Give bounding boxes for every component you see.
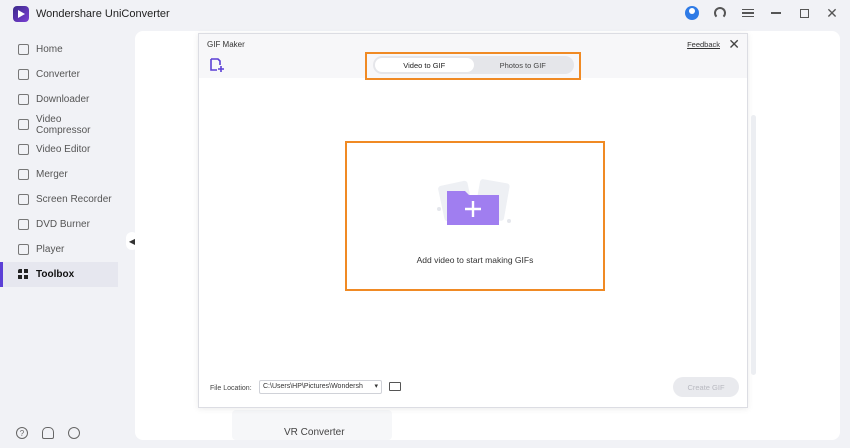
sidebar-item-label: Video Compressor <box>36 113 91 136</box>
file-location-label: File Location: <box>210 385 252 392</box>
minimize-icon[interactable] <box>768 5 784 21</box>
sidebar-item-downloader[interactable]: Downloader <box>0 87 118 112</box>
sidebar-item-home[interactable]: Home <box>0 37 118 62</box>
close-icon[interactable]: ✕ <box>824 5 840 21</box>
sidebar-item-video-compressor[interactable]: Video Compressor <box>0 112 118 137</box>
scrollbar[interactable] <box>751 115 756 375</box>
sidebar-item-label: DVD Burner <box>36 219 90 230</box>
sidebar-item-player[interactable]: Player <box>0 237 118 262</box>
window-controls: ✕ <box>684 5 840 21</box>
tab-video-to-gif[interactable]: Video to GIF <box>375 58 474 72</box>
sidebar-item-merger[interactable]: Merger <box>0 162 118 187</box>
app-title: Wondershare UniConverter <box>36 8 170 20</box>
sidebar-item-label: Screen Recorder <box>36 194 112 205</box>
downloader-icon <box>18 94 29 105</box>
record-icon <box>18 194 29 205</box>
menu-icon[interactable] <box>740 5 756 21</box>
drop-zone-text: Add video to start making GIFs <box>416 255 534 265</box>
mode-tabs: Video to GIF Photos to GIF <box>373 56 574 74</box>
file-location-select[interactable]: C:\Users\HP\Pictures\Wondersh ▾ <box>259 380 382 394</box>
home-icon <box>18 44 29 55</box>
sidebar-item-screen-recorder[interactable]: Screen Recorder <box>0 187 118 212</box>
dialog-title: GIF Maker <box>207 40 245 49</box>
sidebar-item-label: Home <box>36 44 63 55</box>
grid-icon <box>18 269 29 280</box>
folder-add-icon <box>437 179 511 225</box>
maximize-icon[interactable] <box>796 5 812 21</box>
sidebar-item-label: Converter <box>36 69 80 80</box>
feedback-link[interactable]: Feedback <box>687 40 720 49</box>
bell-icon[interactable] <box>42 427 54 439</box>
merge-icon <box>18 169 29 180</box>
title-bar: Wondershare UniConverter ✕ <box>0 0 850 28</box>
sidebar-item-toolbox[interactable]: Toolbox <box>0 262 118 287</box>
help-icon[interactable]: ? <box>16 427 28 439</box>
tab-photos-to-gif[interactable]: Photos to GIF <box>474 58 573 72</box>
play-icon <box>18 244 29 255</box>
vr-converter-label: VR Converter <box>284 427 345 438</box>
sidebar-item-label: Merger <box>36 169 68 180</box>
converter-icon <box>18 69 29 80</box>
disc-icon <box>18 219 29 230</box>
feedback-icon[interactable] <box>68 427 80 439</box>
user-icon[interactable] <box>684 5 700 21</box>
app-logo-icon <box>13 6 29 22</box>
sidebar-item-label: Toolbox <box>36 269 75 280</box>
compress-icon <box>18 119 29 130</box>
sidebar-item-label: Video Editor <box>36 144 91 155</box>
chevron-down-icon: ▾ <box>374 383 378 390</box>
sidebar: Home Converter Downloader Video Compress… <box>0 36 135 448</box>
sidebar-item-label: Player <box>36 244 65 255</box>
sidebar-bottom-icons: ? <box>16 427 80 439</box>
headset-icon[interactable] <box>712 5 728 21</box>
add-file-icon[interactable] <box>210 58 224 72</box>
scissors-icon <box>18 144 29 155</box>
sidebar-item-label: Downloader <box>36 94 90 105</box>
create-gif-button[interactable]: Create GIF <box>673 377 739 397</box>
dialog-close-icon[interactable]: ✕ <box>728 36 740 53</box>
sidebar-item-video-editor[interactable]: Video Editor <box>0 137 118 162</box>
open-folder-icon[interactable] <box>389 382 401 391</box>
sidebar-item-converter[interactable]: Converter <box>0 62 118 87</box>
sidebar-item-dvd-burner[interactable]: DVD Burner <box>0 212 118 237</box>
file-location-value: C:\Users\HP\Pictures\Wondersh <box>263 383 363 390</box>
gif-maker-dialog: GIF Maker Feedback ✕ Video to GIF Photos… <box>198 33 748 408</box>
